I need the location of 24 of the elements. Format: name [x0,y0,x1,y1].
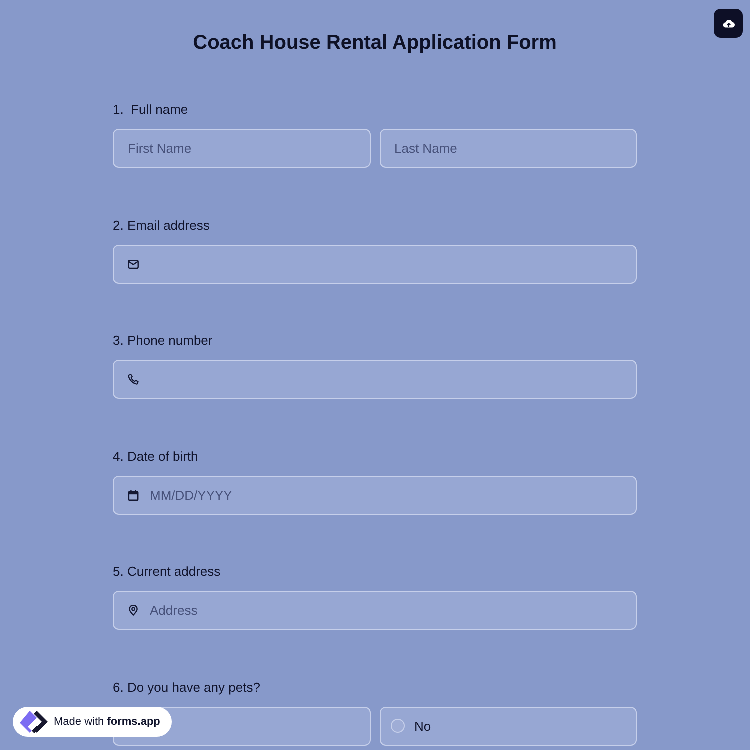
radio-icon [390,719,404,734]
calendar-icon [128,490,139,501]
question-label: 5. Current address [113,564,222,580]
phone-icon [128,374,139,386]
phone-field[interactable] [113,360,637,400]
envelope-icon [128,258,139,270]
question-label: 2. Email address [113,218,211,234]
name-field[interactable]: First Name [113,129,370,168]
made-with-overlay[interactable]: Made with forms.app [13,707,172,737]
name-field[interactable]: Last Name [380,129,637,168]
form-title: Coach House Rental Application Form [192,31,558,55]
date-field[interactable]: MM/DD/YYYY [113,476,637,515]
question-label: 4. Date of birth [113,448,200,465]
badge-text: Made with forms.app [54,716,160,728]
cloud-upload-button[interactable] [714,9,743,38]
logo-icon [19,710,49,734]
map-pin-icon [128,605,139,616]
question-label: 6. Do you have any pets? [113,680,262,696]
email-field[interactable] [113,244,637,284]
option-field[interactable]: No [380,706,637,746]
address-field[interactable]: Address [113,591,637,630]
cloud-upload-icon [722,19,734,28]
question-label: 1. Full name [113,102,190,118]
question-label: 3. Phone number [113,333,214,350]
